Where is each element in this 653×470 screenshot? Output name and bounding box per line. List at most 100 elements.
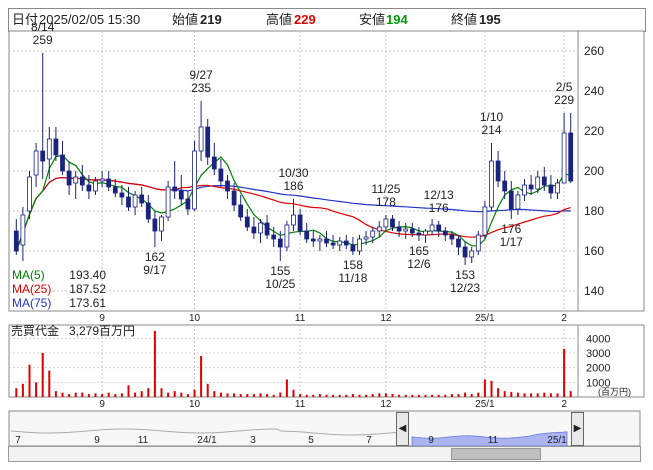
candle-body — [264, 222, 270, 236]
candle-body — [330, 242, 336, 246]
volume-bar — [470, 394, 473, 397]
candle-body — [231, 190, 237, 206]
candle-body — [159, 216, 164, 232]
volume-bar — [510, 391, 513, 397]
candle-body — [79, 176, 85, 186]
volume-bar — [444, 394, 447, 397]
nav-left-handle[interactable]: ◀ — [396, 412, 409, 446]
volume-bar — [54, 391, 57, 397]
candle-body — [350, 244, 356, 252]
annotation-date: 1/17 — [500, 235, 524, 249]
horizontal-scrollbar[interactable] — [8, 446, 641, 462]
volume-bar — [107, 392, 110, 397]
volume-bar — [477, 392, 480, 397]
annotation-date: 2/5 — [556, 80, 573, 94]
candle-body — [370, 230, 376, 238]
stock-chart-widget: 日付 2025/02/05 15:30 始値 219 高値 229 安値 194… — [0, 0, 653, 470]
volume-bar — [391, 394, 394, 397]
candle-body — [205, 126, 211, 158]
volume-bar — [193, 389, 196, 397]
candle-body — [568, 132, 574, 182]
candle-body — [192, 150, 197, 210]
volume-bar — [213, 391, 216, 397]
volume-bar — [464, 392, 467, 397]
annotation-date: 12/23 — [450, 281, 480, 295]
volume-bar — [371, 394, 374, 397]
candle-body — [258, 222, 263, 234]
navigator-label: 24/1 — [197, 435, 217, 446]
candle-body — [324, 238, 329, 244]
volume-bar — [378, 393, 381, 397]
scrollbar-thumb[interactable] — [451, 448, 541, 460]
candle-body — [522, 184, 527, 196]
annotation-value: 229 — [554, 93, 574, 107]
volume-bar — [233, 393, 236, 397]
candle-body — [317, 238, 323, 242]
annotation-date: 1/10 — [480, 110, 504, 124]
candle-body — [482, 206, 488, 236]
volume-bar — [48, 370, 51, 397]
volume-y-tick-label: 2000 — [586, 363, 610, 375]
candle-body — [357, 238, 362, 252]
x-tick-label: 10 — [189, 313, 201, 324]
volume-bar — [358, 394, 361, 397]
candle-body — [145, 202, 151, 220]
legend-value: 193.40 — [69, 268, 106, 282]
annotation-value: 235 — [191, 81, 211, 95]
volume-bar — [384, 393, 387, 397]
candle-body — [238, 204, 244, 218]
volume-bar — [398, 394, 401, 397]
volume-bar — [259, 393, 262, 397]
volume-bar — [219, 392, 222, 397]
annotation-value: 153 — [455, 268, 475, 282]
annotation-value: 186 — [283, 179, 303, 193]
candle-body — [60, 154, 65, 172]
candle-body — [284, 224, 290, 248]
volume-bar — [523, 393, 526, 397]
candle-body — [489, 160, 494, 208]
x-tick-label: 2 — [561, 313, 567, 324]
volume-bar — [338, 394, 341, 397]
candle-body — [310, 238, 316, 242]
candle-body — [53, 138, 59, 156]
volume-bar — [160, 388, 163, 397]
candle-body — [119, 192, 125, 198]
volume-bar — [450, 394, 453, 397]
navigator-label: 7 — [15, 435, 21, 446]
volume-bar — [226, 393, 229, 397]
volume-bar — [35, 382, 38, 397]
candle-body — [126, 196, 131, 208]
candle-body — [291, 214, 296, 226]
y-tick-label: 240 — [584, 84, 604, 98]
candle-body — [416, 232, 422, 236]
candle-body — [548, 184, 554, 194]
legend-name: MA(25) — [12, 282, 51, 296]
legend-value: 187.52 — [69, 282, 106, 296]
volume-unit: (百万円) — [598, 387, 631, 397]
volume-bar — [457, 394, 460, 397]
volume-x-tick-label: 9 — [99, 399, 105, 410]
annotation-value: 155 — [270, 264, 290, 278]
candle-body — [423, 230, 428, 236]
volume-bar — [87, 394, 90, 397]
nav-right-handle[interactable]: ▶ — [571, 412, 584, 446]
volume-bar — [490, 380, 493, 397]
annotation-date: 11/25 — [371, 182, 400, 196]
y-tick-label: 180 — [584, 204, 604, 218]
candle-body — [508, 190, 514, 210]
volume-bar — [206, 383, 209, 397]
candle-body — [475, 234, 481, 252]
annotation-date: 12/6 — [407, 257, 431, 271]
volume-bar — [74, 392, 77, 397]
volume-bar — [318, 394, 321, 397]
volume-x-tick-label: 11 — [295, 399, 306, 410]
annotation-date: 10/25 — [265, 277, 295, 291]
volume-value: 3,279百万円 — [69, 324, 135, 338]
navigator-label: 9 — [428, 435, 434, 446]
annotation-date: 9/27 — [189, 68, 213, 82]
volume-bar — [120, 393, 123, 397]
volume-bar — [417, 394, 420, 397]
candle-body — [429, 224, 435, 232]
volume-bar — [411, 394, 414, 397]
candle-body — [409, 228, 415, 234]
